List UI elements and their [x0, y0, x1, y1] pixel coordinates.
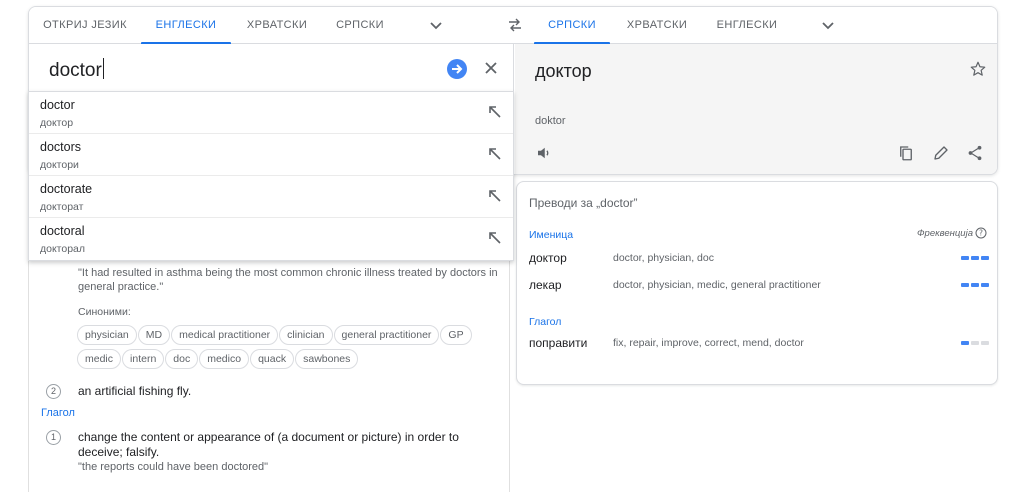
tab-detect-language[interactable]: ОТКРИЈ ЈЕЗИК	[29, 7, 141, 44]
frequency-segment	[981, 341, 989, 345]
frequency-segment	[961, 256, 969, 260]
synonyms-label: Синоними:	[78, 306, 131, 318]
share-icon[interactable]	[966, 144, 984, 162]
tab-target-croatian[interactable]: ХРВАТСКИ	[610, 7, 704, 44]
synonym-chip[interactable]: sawbones	[295, 349, 359, 369]
listen-speaker-icon[interactable]	[535, 144, 553, 162]
synonym-chip[interactable]: physician	[77, 325, 137, 345]
text-cursor	[102, 58, 104, 79]
translations-title: Преводи за „doctor”	[529, 196, 638, 210]
definition-text: change the content or appearance of (a d…	[78, 430, 459, 459]
back-translations: doctor, physician, medic, general practi…	[613, 279, 821, 291]
back-translations: fix, repair, improve, correct, mend, doc…	[613, 337, 804, 349]
arrow-right-icon	[452, 64, 463, 74]
suggestion-item[interactable]: doctoral докторал	[29, 218, 513, 260]
definition-number: 1	[46, 430, 61, 445]
suggestion-translation: докторал	[40, 243, 86, 255]
synonym-chip[interactable]: medic	[77, 349, 122, 369]
transliteration: doktor	[535, 115, 566, 127]
synonym-chip[interactable]: doc	[165, 349, 199, 369]
frequency-bar	[961, 283, 989, 287]
tab-source-croatian[interactable]: ХРВАТСКИ	[231, 7, 323, 44]
frequency-bar	[961, 341, 989, 345]
source-text-value: doctor	[49, 60, 102, 81]
definition-example: "It had resulted in asthma being the mos…	[78, 267, 498, 293]
synonym-chip[interactable]: medical practitioner	[171, 325, 279, 345]
frequency-segment	[971, 341, 979, 345]
copy-icon[interactable]	[897, 144, 915, 162]
translate-go-button[interactable]	[447, 59, 467, 79]
suggestion-item[interactable]: doctorate докторат	[29, 176, 513, 218]
suggestion-word: doctor	[40, 98, 75, 112]
translation-word[interactable]: доктор	[529, 251, 567, 265]
frequency-segment	[971, 256, 979, 260]
tab-target-english[interactable]: ЕНГЛЕСКИ	[704, 7, 790, 44]
synonym-chip[interactable]: GP	[440, 325, 472, 345]
translation-output-pane: доктор doktor	[515, 44, 997, 174]
frequency-segment	[961, 283, 969, 287]
suggestion-word: doctoral	[40, 224, 85, 238]
tab-target-serbian[interactable]: СРПСКИ	[534, 7, 610, 45]
suggestion-item[interactable]: doctor доктор	[29, 92, 513, 134]
frequency-segment	[961, 341, 969, 345]
fill-in-arrow-icon[interactable]	[488, 231, 502, 245]
definition-number: 2	[46, 384, 61, 399]
suggestion-translation: доктор	[40, 117, 74, 129]
translation-word[interactable]: лекар	[529, 278, 562, 292]
definition-text: an artificial fishing fly.	[78, 384, 192, 398]
suggestions-dropdown: doctor доктор doctors доктори doctorate …	[28, 91, 514, 261]
swap-languages-icon[interactable]	[507, 17, 523, 33]
frequency-segment	[981, 256, 989, 260]
target-more-languages-chevron-down-icon[interactable]	[820, 17, 836, 33]
translation-text: доктор	[535, 61, 592, 81]
frequency-segment	[981, 283, 989, 287]
language-tabs-bar: ОТКРИЈ ЈЕЗИК ЕНГЛЕСКИ ХРВАТСКИ СРПСКИ СР…	[29, 7, 997, 45]
fill-in-arrow-icon[interactable]	[488, 189, 502, 203]
verb-pos-label: Глагол	[529, 316, 562, 328]
verb-pos-label: Глагол	[41, 407, 75, 419]
synonym-chips: physician MD medical practitioner clinician…	[77, 325, 497, 373]
synonym-chip[interactable]: quack	[250, 349, 295, 369]
clear-text-close-icon[interactable]	[483, 60, 499, 76]
edit-pencil-icon[interactable]	[932, 144, 950, 162]
save-star-icon[interactable]	[969, 60, 987, 78]
help-question-icon[interactable]: ?	[975, 227, 987, 239]
frequency-segment	[971, 283, 979, 287]
translation-word[interactable]: поправити	[529, 336, 587, 350]
tab-source-serbian[interactable]: СРПСКИ	[323, 7, 397, 44]
synonym-chip[interactable]: medico	[199, 349, 250, 369]
fill-in-arrow-icon[interactable]	[488, 105, 502, 119]
suggestion-translation: докторат	[40, 201, 84, 213]
definition-example: "the reports could have been doctored"	[78, 461, 269, 473]
source-more-languages-chevron-down-icon[interactable]	[428, 17, 444, 33]
suggestion-word: doctors	[40, 140, 81, 154]
suggestion-word: doctorate	[40, 182, 93, 196]
source-text-input[interactable]: doctor	[49, 58, 104, 82]
svg-text:?: ?	[979, 229, 983, 238]
tab-source-english[interactable]: ЕНГЛЕСКИ	[141, 7, 231, 45]
frequency-bar	[961, 256, 989, 260]
synonym-chip[interactable]: intern	[122, 349, 165, 369]
suggestion-item[interactable]: doctors доктори	[29, 134, 513, 176]
fill-in-arrow-icon[interactable]	[488, 147, 502, 161]
synonym-chip[interactable]: general practitioner	[333, 325, 440, 345]
synonym-chip[interactable]: MD	[137, 325, 171, 345]
suggestion-translation: доктори	[40, 159, 79, 171]
back-translations: doctor, physician, doc	[613, 252, 714, 264]
noun-pos-label: Именица	[529, 229, 574, 241]
translations-card: Преводи за „doctor” Именица Фреквенција …	[516, 181, 998, 385]
frequency-header: Фреквенција	[917, 228, 973, 239]
synonym-chip[interactable]: clinician	[279, 325, 333, 345]
